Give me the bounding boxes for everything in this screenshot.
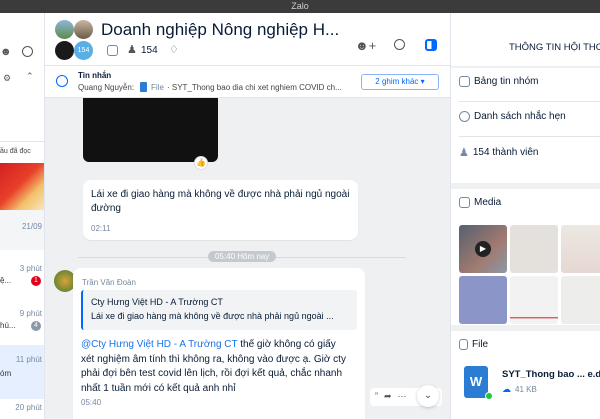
avatar <box>74 20 93 39</box>
conversation-info-panel: THÔNG TIN HỘI THO Bảng tin nhóm Danh sác… <box>450 13 600 419</box>
list-item-active[interactable]: 11 phút óm <box>0 345 44 399</box>
list-item[interactable]: 3 phút ệ... 1 <box>0 258 44 303</box>
read-status-label: ầu đã đọc <box>0 148 31 155</box>
item-time: 3 phút <box>19 264 42 273</box>
scroll-down-button[interactable]: ⌄ <box>417 385 439 407</box>
file-section-header[interactable]: File <box>459 339 488 350</box>
add-friend-icon[interactable]: ☻ <box>0 46 12 58</box>
member-icon: ♟ <box>459 147 469 159</box>
avatar <box>55 41 74 60</box>
message-time: 02:11 <box>91 224 111 233</box>
quote-text: Lái xe đi giao hàng mà không về được nhà… <box>91 311 334 321</box>
filter-icon[interactable]: ⚙ <box>3 73 11 84</box>
tag-icon[interactable]: ♢ <box>169 43 179 56</box>
chat-bubble-icon <box>56 75 68 87</box>
menu-label: 154 thành viên <box>472 147 539 158</box>
quote-author: Cty Hưng Việt HD - A Trường CT <box>91 297 223 307</box>
file-size: 41 KB <box>515 385 537 394</box>
file-item[interactable]: W SYT_Thong bao ... e.do ☁ 41 KB <box>461 366 600 401</box>
avatar <box>55 20 74 39</box>
more-pins-button[interactable]: 2 ghim khác ▾ <box>361 74 439 90</box>
date-divider: 05:40 Hôm nay <box>208 251 277 262</box>
play-icon: ▶ <box>475 241 491 257</box>
file-name: SYT_Thong bao ... e.do <box>502 369 600 380</box>
item-time: 9 phút <box>19 309 42 318</box>
banner-image <box>0 163 44 210</box>
online-dot <box>485 392 493 400</box>
message-text: @Cty Hưng Việt HD - A Trường CT thế giờ … <box>81 338 346 396</box>
conversation-list: ☻ ⚙ ⌃ ầu đã đọc 21/09 3 phút ệ... 1 9 ph… <box>0 13 45 419</box>
chat-header: 154 Doanh nghiệp Nông nghiệp H... ♟ 154 … <box>45 13 450 66</box>
message-bubble[interactable]: Trần Văn Đoàn Cty Hưng Việt HD - A Trườn… <box>73 268 365 419</box>
toggle-sidebar-icon[interactable] <box>425 39 437 51</box>
pinned-type: File <box>151 83 164 92</box>
pinned-text: · SYT_Thong bao dia chi xet nghiem COVID… <box>167 83 342 92</box>
like-reaction-icon[interactable]: 👍 <box>194 156 208 170</box>
board-icon <box>459 76 470 87</box>
media-thumbnail[interactable] <box>561 276 600 324</box>
clock-icon <box>459 111 470 122</box>
section-label: File <box>472 339 489 350</box>
menu-members[interactable]: ♟ 154 thành viên <box>459 146 539 159</box>
quote-icon[interactable]: ” <box>375 391 384 401</box>
list-item[interactable]: 20 phút <box>0 399 44 419</box>
member-icon[interactable]: ♟ <box>127 43 137 56</box>
group-board-icon[interactable] <box>107 45 118 56</box>
media-section-header[interactable]: Media <box>459 197 501 208</box>
mention-link[interactable]: @Cty Hưng Việt HD - A Trường CT <box>81 339 237 350</box>
pinned-message-bar[interactable]: Tin nhắn Quang Nguyễn: File · SYT_Thong … <box>45 66 450 98</box>
item-preview: ệ... <box>0 276 12 285</box>
word-file-icon: W <box>464 366 488 398</box>
pinned-sender: Quang Nguyễn: <box>78 83 135 92</box>
message-bubble[interactable]: Lái xe đi giao hàng mà không về được nhà… <box>83 180 358 240</box>
member-count[interactable]: 154 <box>141 45 158 56</box>
sender-name: Trần Văn Đoàn <box>82 278 136 287</box>
word-file-icon <box>140 82 147 92</box>
media-thumbnail[interactable] <box>510 276 558 324</box>
window-titlebar: Zalo <box>0 0 600 13</box>
list-item[interactable]: 21/09 <box>0 210 44 250</box>
menu-group-board[interactable]: Bảng tin nhóm <box>459 76 539 87</box>
message-area: 👍 Lái xe đi giao hàng mà không về được n… <box>45 98 450 419</box>
image-message[interactable] <box>83 98 218 162</box>
pinned-label: Tin nhắn <box>78 71 112 80</box>
cloud-icon: ☁ <box>502 384 511 394</box>
media-thumbnail[interactable] <box>561 225 600 273</box>
quoted-message[interactable]: Cty Hưng Việt HD - A Trường CT Lái xe đi… <box>81 290 357 330</box>
divider <box>459 101 600 102</box>
divider <box>0 141 44 142</box>
forward-icon[interactable]: ➦ <box>384 391 398 401</box>
window-title: Zalo <box>291 1 309 11</box>
group-title: Doanh nghiệp Nông nghiệp H... <box>101 20 340 39</box>
more-icon[interactable]: ⋯ <box>398 391 413 401</box>
message-text: Lái xe đi giao hàng mà không về được nhà… <box>91 189 350 214</box>
divider <box>459 136 600 137</box>
list-item[interactable]: 9 phút hú... 4 <box>0 303 44 345</box>
panel-title: THÔNG TIN HỘI THO <box>509 42 600 53</box>
item-time: 21/09 <box>21 222 42 231</box>
file-icon <box>459 339 468 350</box>
media-thumbnail[interactable] <box>459 276 507 324</box>
unread-badge: 4 <box>31 321 41 331</box>
collapse-chevron-icon[interactable]: ⌃ <box>26 71 34 82</box>
create-group-icon[interactable] <box>22 46 33 57</box>
item-time: 20 phút <box>15 403 42 412</box>
media-video-thumbnail[interactable]: ▶ <box>459 225 507 273</box>
section-label: Media <box>474 197 502 208</box>
unread-badge: 1 <box>31 276 41 286</box>
menu-reminders[interactable]: Danh sách nhắc hẹn <box>459 111 566 122</box>
menu-label: Bảng tin nhóm <box>474 76 539 87</box>
menu-label: Danh sách nhắc hẹn <box>474 111 566 122</box>
search-icon[interactable] <box>394 39 405 50</box>
media-thumbnail[interactable] <box>510 225 558 273</box>
image-icon <box>459 197 470 208</box>
message-time: 05:40 <box>81 398 102 407</box>
avatar-count: 154 <box>74 41 93 60</box>
item-time: 11 phút <box>15 355 42 364</box>
more-pins-label: 2 ghim khác <box>375 77 419 86</box>
item-preview: hú... <box>0 321 16 330</box>
item-preview: óm <box>0 369 12 378</box>
add-member-icon[interactable]: ☻+ <box>355 38 376 53</box>
